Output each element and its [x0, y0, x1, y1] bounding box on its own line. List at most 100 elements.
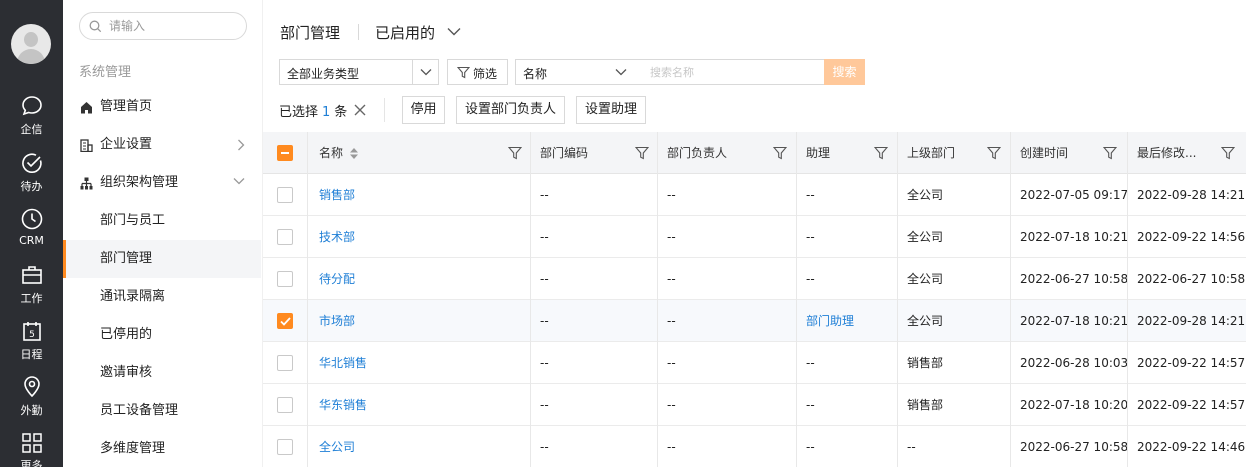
view-selector-label: 已启用的 [375, 24, 436, 42]
rail-item-label: CRM [19, 234, 44, 247]
dept-parent: 全公司 [898, 174, 1011, 216]
rail-item-field[interactable]: 外勤 [0, 375, 63, 431]
header-checkbox-cell [263, 132, 308, 174]
sidebar-item-home[interactable]: 管理首页 [63, 88, 261, 126]
funnel-icon[interactable] [635, 146, 649, 160]
funnel-icon[interactable] [508, 146, 522, 160]
rail-item-calendar[interactable]: 5 日程 [0, 319, 63, 375]
sidebar-item-org[interactable]: 组织架构管理 [63, 164, 261, 202]
dept-created: 2022-07-18 10:20 [1011, 384, 1128, 426]
row-checkbox[interactable] [277, 355, 293, 371]
dept-parent: 销售部 [898, 342, 1011, 384]
table-row-selected[interactable]: 市场部 -- -- 部门助理 全公司 2022-07-18 10:21 2022… [263, 300, 1246, 342]
dept-name-link[interactable]: 华东销售 [308, 384, 531, 426]
sidebar-search-input[interactable] [109, 17, 239, 35]
row-checkbox[interactable] [277, 187, 293, 203]
chat-icon [21, 96, 42, 116]
rail-item-label: 待办 [20, 180, 43, 193]
search-input[interactable] [650, 64, 815, 80]
sidebar-subitem-dept-manage[interactable]: 部门管理 [63, 240, 261, 278]
dept-name-link[interactable]: 市场部 [308, 300, 531, 342]
funnel-icon[interactable] [874, 146, 888, 160]
set-assistant-button[interactable]: 设置助理 [576, 96, 646, 124]
col-created[interactable]: 创建时间 [1011, 132, 1128, 174]
search-icon [89, 20, 102, 33]
building-icon [80, 139, 93, 152]
selection-info: 已选择 1 条 [279, 101, 347, 120]
rail-item-todo[interactable]: 待办 [0, 151, 63, 207]
sidebar-subitem-invite-review[interactable]: 邀请审核 [63, 354, 261, 392]
chevron-down-icon [615, 69, 627, 76]
table-row[interactable]: 华北销售 -- -- -- 销售部 2022-06-28 10:03 2022-… [263, 342, 1246, 384]
dept-name-link[interactable]: 待分配 [308, 258, 531, 300]
col-code[interactable]: 部门编码 [531, 132, 658, 174]
row-checkbox[interactable] [277, 397, 293, 413]
title-divider [358, 24, 359, 40]
check-circle-icon [21, 153, 42, 174]
funnel-icon[interactable] [987, 146, 1001, 160]
rail-item-crm[interactable]: CRM [0, 207, 63, 263]
rail-item-work[interactable]: 工作 [0, 263, 63, 319]
col-name[interactable]: 名称 [308, 132, 531, 174]
set-head-button[interactable]: 设置部门负责人 [456, 96, 565, 124]
dept-name-link[interactable]: 华北销售 [308, 342, 531, 384]
table-row[interactable]: 待分配 -- -- -- 全公司 2022-06-27 10:58 2022-0… [263, 258, 1246, 300]
rail-item-chat[interactable]: 企信 [0, 94, 63, 150]
sidebar: 系统管理 管理首页 企业设置 组织架构管理 部门与员工 部门管理 通讯录隔离 已… [63, 0, 263, 467]
search-field-select[interactable]: 名称 [515, 59, 637, 85]
dept-created: 2022-07-18 10:21 [1011, 300, 1128, 342]
chevron-right-icon [238, 139, 245, 151]
sidebar-subitem-device-manage[interactable]: 员工设备管理 [63, 392, 261, 430]
select-all-checkbox[interactable] [277, 145, 293, 161]
sidebar-search[interactable] [79, 12, 247, 40]
org-tree-icon [80, 177, 93, 190]
clear-selection-icon[interactable] [354, 104, 366, 116]
row-checkbox[interactable] [277, 229, 293, 245]
row-checkbox-cell [263, 258, 308, 300]
filter-button[interactable]: 筛选 [447, 59, 508, 85]
business-type-dropdown[interactable] [412, 60, 438, 84]
dept-created: 2022-07-18 10:21 [1011, 216, 1128, 258]
col-head-label: 部门负责人 [667, 146, 728, 160]
row-checkbox[interactable] [277, 313, 293, 329]
dept-head: -- [658, 174, 797, 216]
dept-head: -- [658, 342, 797, 384]
col-head[interactable]: 部门负责人 [658, 132, 797, 174]
sort-icon[interactable] [350, 148, 358, 159]
search-button[interactable]: 搜索 [824, 59, 865, 85]
avatar[interactable] [11, 24, 51, 64]
sidebar-subitem-dept-staff[interactable]: 部门与员工 [63, 202, 261, 240]
sidebar-subitem-disabled[interactable]: 已停用的 [63, 316, 261, 354]
funnel-icon[interactable] [773, 146, 787, 160]
view-selector[interactable]: 已启用的 [375, 22, 461, 43]
dept-assistant-link[interactable]: 部门助理 [797, 300, 898, 342]
funnel-icon[interactable] [1103, 146, 1117, 160]
col-assistant[interactable]: 助理 [797, 132, 898, 174]
sidebar-subitem-multi-dimension[interactable]: 多维度管理 [63, 430, 261, 467]
col-parent[interactable]: 上级部门 [898, 132, 1011, 174]
row-checkbox[interactable] [277, 271, 293, 287]
disable-button[interactable]: 停用 [402, 96, 445, 124]
row-checkbox[interactable] [277, 439, 293, 455]
dept-parent: 销售部 [898, 384, 1011, 426]
sidebar-item-label: 企业设置 [100, 137, 153, 152]
table-row[interactable]: 销售部 -- -- -- 全公司 2022-07-05 09:17 2022-0… [263, 174, 1246, 216]
funnel-icon[interactable] [1221, 146, 1235, 160]
business-type-select[interactable]: 全部业务类型 [279, 59, 439, 85]
sidebar-subitem-contacts-isolation[interactable]: 通讯录隔离 [63, 278, 261, 316]
calendar-icon: 5 [22, 322, 41, 341]
rail-item-more[interactable]: 更多 [0, 432, 63, 467]
dept-modified: 2022-09-28 14:21 [1137, 188, 1246, 202]
sidebar-item-company-settings[interactable]: 企业设置 [63, 126, 261, 164]
rail-item-label: 企信 [20, 123, 43, 136]
dept-name-link[interactable]: 技术部 [308, 216, 531, 258]
col-modified[interactable]: 最后修改... [1128, 132, 1246, 174]
table-row[interactable]: 华东销售 -- -- -- 销售部 2022-07-18 10:20 2022-… [263, 384, 1246, 426]
dept-name-link[interactable]: 销售部 [308, 174, 531, 216]
dept-name-link[interactable]: 全公司 [308, 426, 531, 467]
col-created-label: 创建时间 [1020, 146, 1069, 160]
search-box[interactable] [636, 59, 825, 85]
row-checkbox-cell [263, 384, 308, 426]
table-row[interactable]: 全公司 -- -- -- -- 2022-06-27 10:58 2022-09… [263, 426, 1246, 467]
table-row[interactable]: 技术部 -- -- -- 全公司 2022-07-18 10:21 2022-0… [263, 216, 1246, 258]
